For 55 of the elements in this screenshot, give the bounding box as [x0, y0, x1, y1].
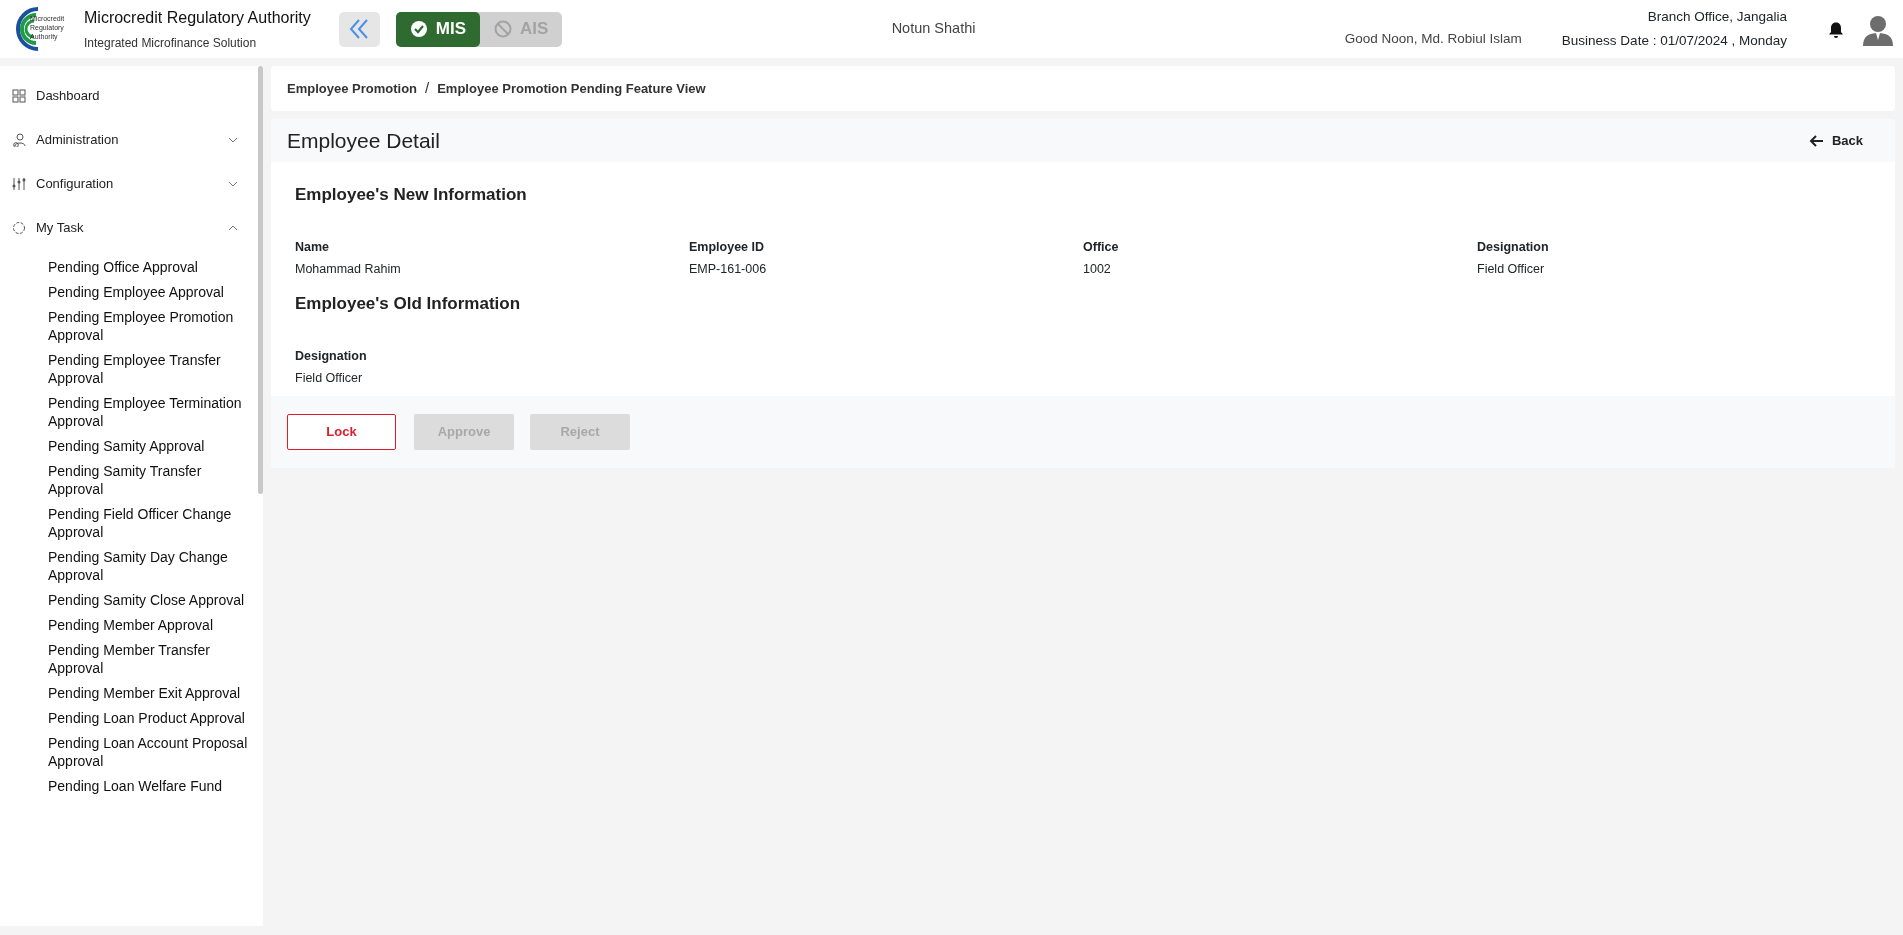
bell-icon	[1827, 20, 1845, 39]
users-icon	[12, 133, 26, 147]
sidebar-submenu-item[interactable]: Pending Employee Termination Approval	[0, 394, 258, 430]
sidebar-submenu-item[interactable]: Pending Employee Approval	[0, 283, 258, 301]
sidebar-submenu-item[interactable]: Pending Member Transfer Approval	[0, 641, 258, 677]
field-label: Designation	[1477, 238, 1550, 256]
project-name: Notun Shathi	[891, 20, 976, 37]
sidebar-submenu-item[interactable]: Pending Field Officer Change Approval	[0, 505, 258, 541]
breadcrumb-item[interactable]: Employee Promotion	[287, 78, 418, 99]
arrow-left-icon	[1808, 133, 1824, 148]
card-title: Employee Detail	[287, 127, 441, 154]
action-button[interactable]: Lock	[287, 414, 396, 450]
sidebar-submenu-item[interactable]: Pending Employee Promotion Approval	[0, 308, 258, 344]
breadcrumb-item: Employee Promotion Pending Feature View	[437, 79, 706, 98]
field-label: Office	[1083, 238, 1120, 256]
back-link[interactable]: Back	[1808, 130, 1863, 151]
module-tab[interactable]: MIS	[395, 11, 480, 47]
sidebar-submenu-item[interactable]: Pending Office Approval	[0, 258, 258, 276]
field-value: Mohammad Rahim	[295, 261, 402, 279]
sliders-icon	[12, 177, 26, 191]
breadcrumb-separator: /	[425, 78, 430, 99]
grid-icon	[12, 89, 26, 103]
sidebar-submenu-item[interactable]: Pending Loan Welfare Fund	[0, 777, 258, 795]
prohibited-icon	[494, 20, 512, 38]
field-label: Name	[295, 238, 331, 256]
sidebar-submenu-item[interactable]: Pending Samity Day Change Approval	[0, 548, 258, 584]
sidebar-submenu-item[interactable]: Pending Member Exit Approval	[0, 684, 258, 702]
section-heading: Employee's New Information	[295, 184, 528, 206]
sidebar-submenu-item[interactable]: Pending Loan Account Proposal Approval	[0, 734, 258, 770]
sidebar-submenu-item[interactable]: Pending Loan Product Approval	[0, 709, 258, 727]
field-value: Field Officer	[295, 370, 364, 388]
org-name: Microcredit Regulatory Authority	[84, 8, 311, 28]
sidebar-submenu-item[interactable]: Pending Member Approval	[0, 616, 258, 634]
sidebar-submenu-item[interactable]: Pending Employee Transfer Approval	[0, 351, 258, 387]
sidebar-menu-item[interactable]: Administration	[0, 118, 250, 162]
business-date: Business Date : 01/07/2024 , Monday	[1561, 32, 1787, 50]
field-value: EMP-161-006	[689, 261, 768, 279]
scrollbar-thumb[interactable]	[258, 66, 263, 494]
sidebar-menu-item[interactable]: Configuration	[0, 162, 250, 206]
sidebar-menu-item[interactable]: My Task	[0, 206, 250, 250]
check-circle-icon	[409, 20, 428, 38]
sidebar-menu-item[interactable]: Dashboard	[0, 74, 250, 118]
sidebar-submenu-item[interactable]: Pending Samity Approval	[0, 437, 258, 455]
org-subtitle: Integrated Microfinance Solution	[84, 35, 258, 52]
field-label: Employee ID	[689, 238, 766, 256]
section-heading: Employee's Old Information	[295, 293, 522, 315]
field-value: 1002	[1083, 261, 1112, 279]
greeting: Good Noon, Md. Robiul Islam	[1344, 29, 1522, 48]
sidebar-submenu-item[interactable]: Pending Samity Transfer Approval	[0, 462, 258, 498]
field-value: Field Officer	[1477, 261, 1546, 279]
sidebar-submenu-item[interactable]: Pending Samity Close Approval	[0, 591, 258, 609]
branch-office: Branch Office, Jangalia	[1646, 7, 1787, 26]
field-label: Designation	[295, 347, 368, 365]
collapse-sidebar-button[interactable]	[338, 11, 380, 47]
dashed-circle-icon	[12, 221, 26, 235]
